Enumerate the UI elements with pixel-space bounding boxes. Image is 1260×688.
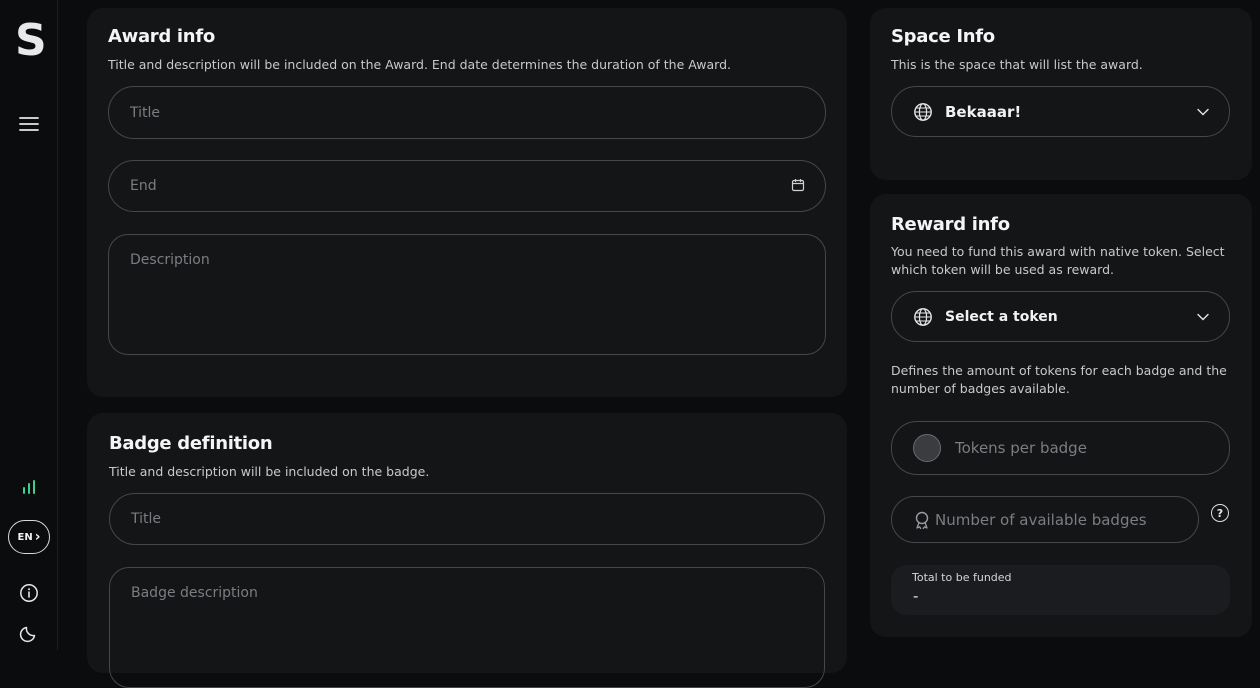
badge-definition-title: Badge definition xyxy=(109,433,273,454)
amount-note: Defines the amount of tokens for each ba… xyxy=(891,363,1227,396)
chevron-down-icon xyxy=(1197,108,1209,116)
globe-icon xyxy=(913,102,933,122)
token-avatar-icon xyxy=(913,434,941,462)
award-info-subtitle: Title and description will be included o… xyxy=(108,57,731,72)
chevron-down-icon xyxy=(1197,313,1209,321)
badge-description-textarea[interactable]: Badge description xyxy=(109,567,825,688)
reward-info-subtitle: You need to fund this award with native … xyxy=(891,244,1225,277)
available-badges-placeholder: Number of available badges xyxy=(935,510,1147,529)
award-title-input[interactable]: Title xyxy=(108,86,826,139)
reward-info-card: Reward info You need to fund this award … xyxy=(870,194,1252,637)
total-funded-value: - xyxy=(913,587,919,605)
award-description-placeholder: Description xyxy=(130,252,210,268)
stats-icon[interactable] xyxy=(17,475,41,499)
tokens-per-badge-placeholder: Tokens per badge xyxy=(955,439,1087,457)
space-info-title: Space Info xyxy=(891,26,995,47)
token-select-label: Select a token xyxy=(945,308,1058,325)
calendar-icon[interactable] xyxy=(791,178,805,192)
award-title-placeholder: Title xyxy=(130,104,161,121)
space-select[interactable]: Bekaaar! xyxy=(891,86,1230,137)
tokens-per-badge-input[interactable]: Tokens per badge xyxy=(891,421,1230,475)
space-info-subtitle: This is the space that will list the awa… xyxy=(891,57,1143,72)
badge-title-input[interactable]: Title xyxy=(109,493,825,545)
sidebar: S EN › xyxy=(0,0,58,650)
badge-icon xyxy=(913,510,931,530)
total-funded-box: Total to be funded - xyxy=(891,565,1230,615)
available-badges-input[interactable]: Number of available badges xyxy=(891,496,1199,543)
token-select[interactable]: Select a token xyxy=(891,291,1230,342)
badge-description-placeholder: Badge description xyxy=(131,585,258,601)
total-funded-label: Total to be funded xyxy=(912,571,1012,584)
info-icon[interactable] xyxy=(17,581,41,605)
help-icon[interactable]: ? xyxy=(1211,504,1229,522)
badge-title-placeholder: Title xyxy=(131,511,162,527)
app-logo[interactable]: S xyxy=(15,19,47,63)
badge-definition-card: Badge definition Title and description w… xyxy=(87,413,847,688)
language-button[interactable]: EN › xyxy=(8,520,50,554)
award-end-date-input[interactable]: End xyxy=(108,160,826,212)
award-info-card: Award info Title and description will be… xyxy=(87,8,847,397)
award-info-title: Award info xyxy=(108,26,215,47)
menu-icon[interactable] xyxy=(17,112,41,136)
language-label: EN xyxy=(17,531,33,543)
moon-icon[interactable] xyxy=(17,621,41,645)
award-description-textarea[interactable]: Description xyxy=(108,234,826,355)
award-end-placeholder: End xyxy=(130,178,157,194)
selected-space-label: Bekaaar! xyxy=(945,102,1022,121)
chevron-right-icon: › xyxy=(34,529,41,545)
globe-icon xyxy=(913,307,933,327)
space-info-card: Space Info This is the space that will l… xyxy=(870,8,1252,180)
reward-info-title: Reward info xyxy=(891,214,1010,235)
badge-definition-subtitle: Title and description will be included o… xyxy=(109,464,430,479)
